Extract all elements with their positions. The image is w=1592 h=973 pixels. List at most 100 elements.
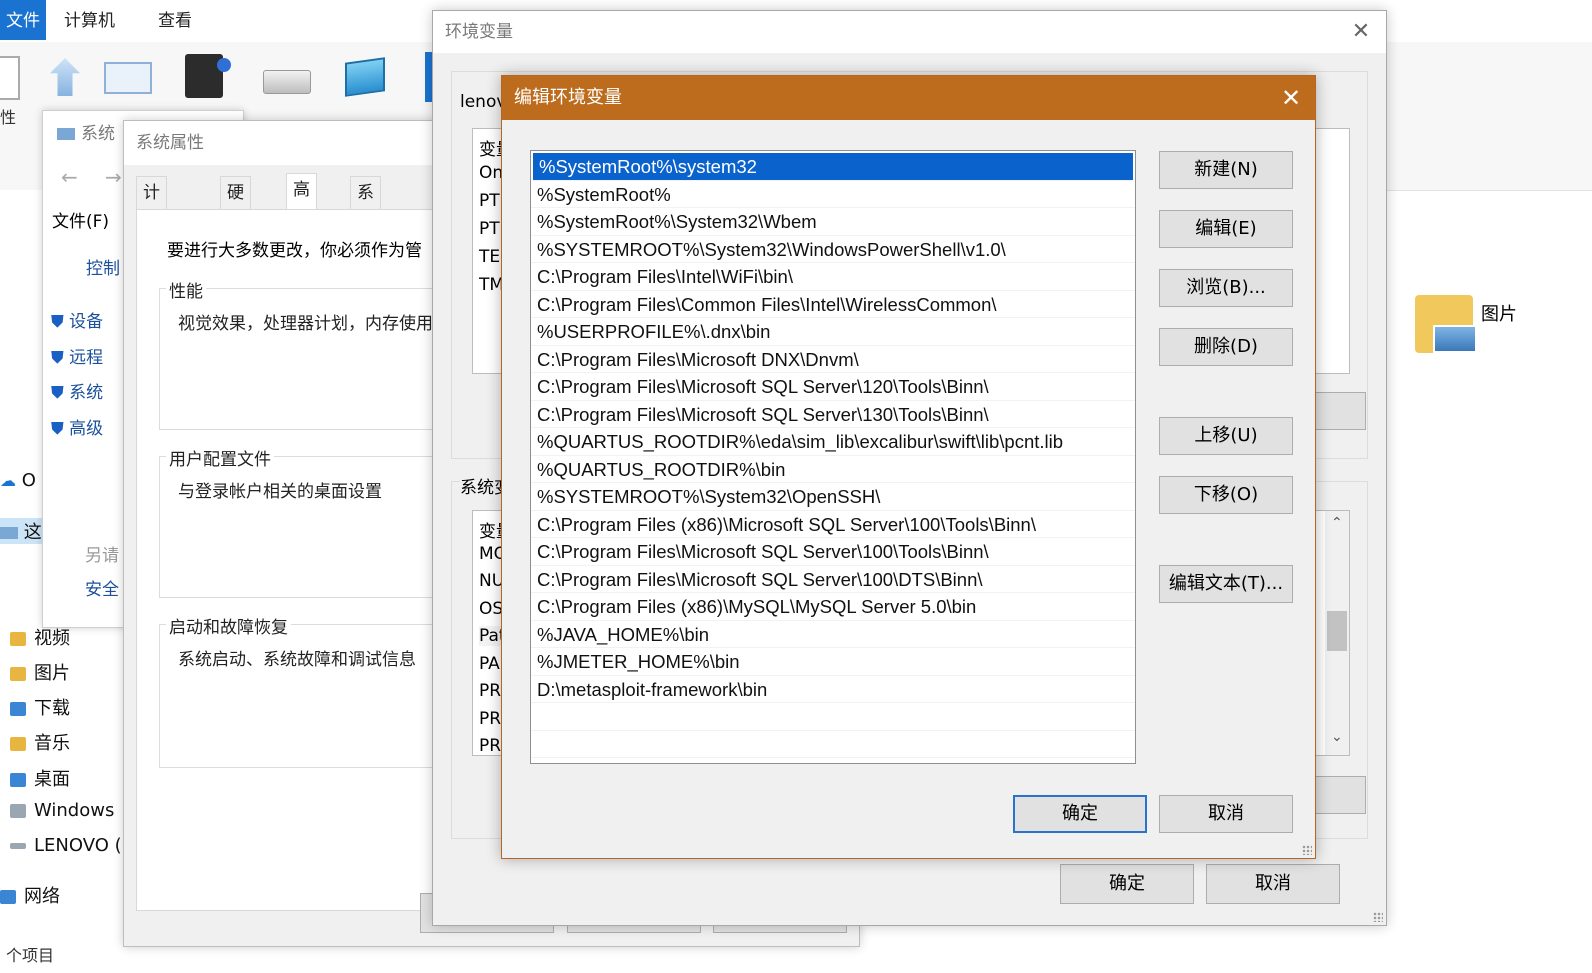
tab-computer[interactable]: 计算机 [52,0,127,40]
folder-icon[interactable] [1415,295,1477,353]
shield-icon: ⛊ [51,419,64,439]
path-entry[interactable]: %QUARTUS_ROOTDIR%\eda\sim_lib\excalibur\… [531,428,1135,456]
group-description: 与登录帐户相关的桌面设置 [178,482,382,502]
security-link[interactable]: 安全 [85,575,119,600]
edit-dialog-titlebar: 编辑环境变量 [502,76,1315,120]
nav-item-lenovo-drive[interactable]: LENOVO ( [10,835,122,856]
user-variables-label: lenov [460,92,507,112]
list-item[interactable]: PT [479,219,500,239]
list-item[interactable]: PA [479,654,500,674]
tab-view[interactable]: 查看 [146,0,204,40]
group-description: 系统启动、系统故障和调试信息 [178,650,416,670]
path-entry[interactable]: C:\Program Files\Microsoft DNX\Dnvm\ [531,346,1135,373]
group-title: 用户配置文件 [166,445,274,470]
list-item[interactable]: On [479,163,503,183]
empty-path-row[interactable] [531,731,1135,758]
computer-icon [57,128,75,140]
advanced-settings-link[interactable]: ⛊ 高级 [51,414,103,439]
nav-item-windows-drive[interactable]: Windows [10,800,114,821]
list-item[interactable]: TE [479,247,500,267]
properties-icon[interactable] [0,56,20,100]
path-entry[interactable]: C:\Program Files\Microsoft SQL Server\10… [531,566,1135,593]
cloud-icon: ☁ [0,471,16,490]
network-drive-icon[interactable] [345,57,385,97]
new-button[interactable]: 新建(N) [1159,151,1293,189]
empty-path-row[interactable] [531,703,1135,731]
path-entry[interactable]: %QUARTUS_ROOTDIR%\bin [531,456,1135,483]
network-icon [0,890,16,904]
path-entry[interactable]: %SYSTEMROOT%\System32\WindowsPowerShell\… [531,236,1135,263]
rename-icon[interactable] [104,62,152,94]
path-entry[interactable]: %JMETER_HOME%\bin [531,648,1135,676]
scroll-down-icon[interactable]: ⌄ [1331,729,1343,745]
cancel-button[interactable]: 取消 [1159,795,1293,833]
nav-item-music[interactable]: 音乐 [10,729,70,755]
system-protection-link[interactable]: ⛊ 系统 [51,378,103,403]
delete-button[interactable]: 删除(D) [1159,328,1293,366]
path-entry[interactable]: %JAVA_HOME%\bin [531,621,1135,648]
picture-icon [1433,325,1477,353]
list-item[interactable]: PR [479,681,501,701]
edit-button[interactable]: 编辑(E) [1159,210,1293,248]
remote-settings-link[interactable]: ⛊ 远程 [51,343,103,368]
shield-icon: ⛊ [51,383,64,403]
env-dialog-title: 环境变量 [433,11,1386,53]
path-entries-list[interactable]: %SystemRoot%\system32 %SystemRoot% %System… [530,150,1136,764]
move-up-button[interactable]: 上移(U) [1159,417,1293,455]
menu-file[interactable]: 文件(F) [52,207,109,232]
path-entry[interactable]: %SystemRoot%\system32 [533,153,1133,181]
move-down-button[interactable]: 下移(O) [1159,476,1293,514]
tab-system-protection[interactable]: 系统保护 [350,176,381,299]
nav-item-desktop[interactable]: 桌面 [10,765,70,791]
list-item[interactable]: PT [479,191,500,211]
env-ok-button[interactable]: 确定 [1060,864,1194,904]
browse-button[interactable]: 浏览(B)... [1159,269,1293,307]
list-item[interactable]: OS [479,599,503,619]
nav-item-downloads[interactable]: 下载 [10,694,70,720]
nav-item-pictures[interactable]: 图片 [10,659,70,685]
env-cancel-button[interactable]: 取消 [1206,864,1340,904]
path-entry[interactable]: %USERPROFILE%\.dnx\bin [531,318,1135,346]
path-entry[interactable]: C:\Program Files\Microsoft SQL Server\13… [531,401,1135,428]
path-entry[interactable]: C:\Program Files\Microsoft SQL Server\10… [531,538,1135,566]
tab-hardware[interactable]: 硬件 [220,176,251,235]
path-entry[interactable]: C:\Program Files\Common Files\Intel\Wire… [531,291,1135,318]
tab-file[interactable]: 文件 [0,0,46,40]
close-icon[interactable]: ✕ [1267,76,1315,120]
group-title: 性能 [166,277,206,302]
path-entry[interactable]: C:\Program Files\Microsoft SQL Server\12… [531,373,1135,401]
resize-grip[interactable] [1302,845,1312,855]
edit-text-button[interactable]: 编辑文本(T)... [1159,565,1293,603]
back-arrow-icon[interactable]: ← [61,165,78,189]
content-folder-label[interactable]: 图片 [1481,300,1517,326]
tab-computer-name[interactable]: 计算机名 [136,176,167,299]
upload-icon[interactable] [50,58,80,96]
device-manager-link[interactable]: ⛊ 设备 [51,307,103,332]
list-item[interactable]: PR [479,709,501,729]
ribbon-label-properties: 性 [0,108,17,127]
ok-button[interactable]: 确定 [1013,795,1147,833]
list-item[interactable]: PR [479,736,501,755]
path-entry[interactable]: %SystemRoot%\System32\Wbem [531,208,1135,236]
system-list-scrollbar[interactable]: ⌃ ⌄ [1325,511,1349,755]
scrollbar-thumb[interactable] [1327,611,1347,651]
resize-grip[interactable] [1373,912,1383,922]
path-entry[interactable]: %SystemRoot% [531,181,1135,208]
path-entry[interactable]: C:\Program Files (x86)\Microsoft SQL Ser… [531,511,1135,538]
path-entry[interactable]: %SYSTEMROOT%\System32\OpenSSH\ [531,483,1135,511]
forward-arrow-icon[interactable]: → [105,165,122,189]
folder-icon [10,632,26,646]
path-entry[interactable]: D:\metasploit-framework\bin [531,676,1135,703]
path-entry[interactable]: C:\Program Files (x86)\MySQL\MySQL Serve… [531,593,1135,621]
media-icon[interactable] [185,54,231,98]
path-entry[interactable]: C:\Program Files\Intel\WiFi\bin\ [531,263,1135,291]
shield-icon: ⛊ [51,348,64,368]
tab-advanced[interactable]: 高级 [286,173,317,232]
nav-item-network[interactable]: 网络 [0,882,60,908]
nav-item-onedrive[interactable]: ☁ O [0,470,36,491]
drive-icon[interactable] [263,70,311,94]
close-icon[interactable]: ✕ [1338,11,1384,53]
status-bar-count: 个项目 [6,946,55,965]
control-panel-home-link[interactable]: 控制 [86,254,120,279]
scroll-up-icon[interactable]: ⌃ [1331,515,1343,531]
